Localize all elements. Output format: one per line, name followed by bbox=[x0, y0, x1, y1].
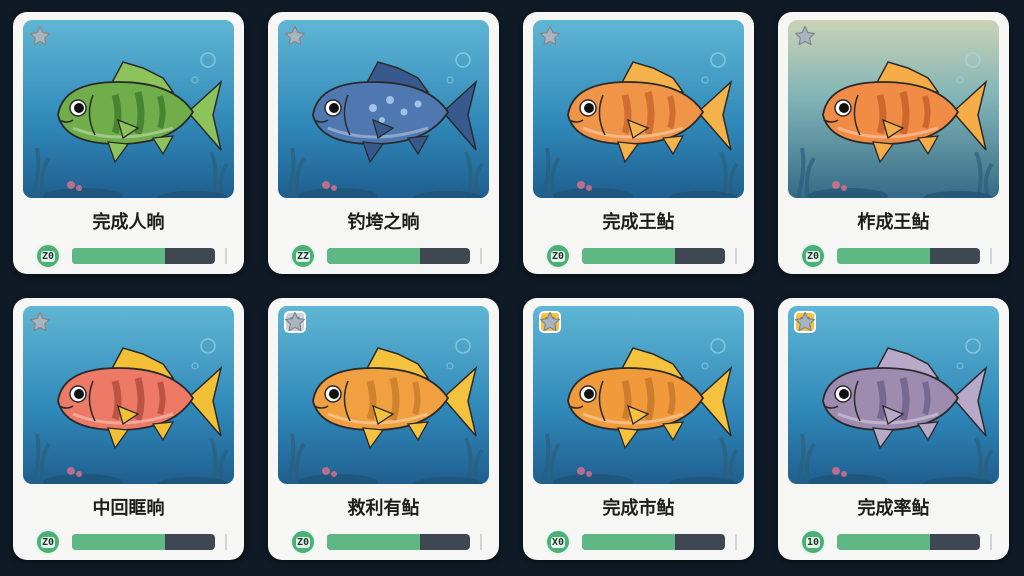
star-rating: 凮 bbox=[284, 311, 378, 333]
fish-card[interactable]: 柞成王鲇 Z0 bbox=[778, 12, 1009, 274]
star-empty-icon bbox=[540, 25, 607, 47]
fish-name: 完成率鲇 bbox=[857, 498, 930, 519]
progress-fill bbox=[837, 534, 930, 550]
star-rating bbox=[29, 25, 120, 47]
fish-illustration bbox=[788, 20, 999, 198]
level-value: Z0 bbox=[550, 250, 566, 262]
fish-name: 救利有鲇 bbox=[347, 498, 420, 519]
star-filled-icon bbox=[30, 25, 97, 47]
fish-illustration bbox=[23, 20, 234, 198]
progress-end-tick bbox=[480, 248, 482, 264]
progress-fill bbox=[327, 534, 420, 550]
progress-end-tick bbox=[480, 534, 482, 550]
progress-fill bbox=[327, 248, 420, 264]
fish-name: 中回眶晌 bbox=[92, 498, 165, 519]
star-filled-icon bbox=[30, 311, 97, 333]
progress-end-tick bbox=[735, 534, 737, 550]
progress-end-tick bbox=[990, 248, 992, 264]
level-value: Z0 bbox=[805, 250, 821, 262]
star-empty-icon bbox=[30, 25, 120, 47]
progress-bar bbox=[582, 534, 725, 550]
fish-card[interactable]: 凮完成市鲇 X0 bbox=[523, 298, 754, 560]
progress-end-tick bbox=[225, 534, 227, 550]
fish-illustration: 凮 bbox=[788, 306, 999, 484]
star-empty-icon bbox=[795, 25, 862, 47]
fish-card[interactable]: 凮救利有鲇 Z0 bbox=[268, 298, 499, 560]
star-rating bbox=[539, 25, 630, 47]
progress-fill bbox=[837, 248, 930, 264]
star-rating: 凮 bbox=[539, 311, 633, 333]
star-empty-icon bbox=[540, 311, 610, 333]
progress-end-tick bbox=[225, 248, 227, 264]
star-filled-icon bbox=[795, 25, 839, 47]
progress-bar bbox=[837, 248, 980, 264]
progress-fill bbox=[582, 248, 675, 264]
level-badge: X0 bbox=[545, 529, 571, 555]
progress-fill bbox=[72, 248, 165, 264]
star-filled-icon bbox=[285, 311, 332, 333]
progress-bar bbox=[72, 534, 215, 550]
star-rating bbox=[29, 311, 120, 333]
fish-card[interactable]: 钓垮之晌 ZZ bbox=[268, 12, 499, 274]
progress-fill bbox=[72, 534, 165, 550]
level-value: Z0 bbox=[40, 536, 56, 548]
star-filled-icon bbox=[540, 25, 584, 47]
star-rating: 凮 bbox=[794, 311, 888, 333]
progress-bar bbox=[582, 248, 725, 264]
star-empty-icon bbox=[285, 25, 375, 47]
level-value: ZZ bbox=[295, 250, 311, 262]
fish-card[interactable]: 中回眶晌 Z0 bbox=[13, 298, 244, 560]
fish-illustration bbox=[278, 20, 489, 198]
fish-collection-grid: 完成人晌Z0钓垮之晌ZZ完成王鲇Z0柞成王鲇Z0中回眶晌Z0凮救利有鲇Z0凮完成… bbox=[0, 0, 1024, 576]
star-empty-icon bbox=[30, 311, 120, 333]
fish-name: 完成人晌 bbox=[92, 212, 165, 233]
progress-bar bbox=[327, 534, 470, 550]
fish-name: 钓垮之晌 bbox=[347, 212, 420, 233]
star-rating bbox=[284, 25, 375, 47]
fish-card[interactable]: 凮完成率鲇 10 bbox=[778, 298, 1009, 560]
level-value: Z0 bbox=[40, 250, 56, 262]
star-empty-icon bbox=[285, 311, 355, 333]
progress-bar bbox=[327, 248, 470, 264]
star-empty-icon bbox=[795, 311, 865, 333]
fish-illustration bbox=[533, 20, 744, 198]
progress-end-tick bbox=[990, 534, 992, 550]
level-badge: Z0 bbox=[545, 243, 571, 269]
progress-bar bbox=[72, 248, 215, 264]
level-value: 10 bbox=[805, 536, 821, 548]
fish-illustration: 凮 bbox=[533, 306, 744, 484]
star-filled-icon bbox=[540, 311, 587, 333]
star-empty-icon bbox=[285, 311, 378, 333]
level-badge: 10 bbox=[800, 529, 826, 555]
level-value: Z0 bbox=[295, 536, 311, 548]
fish-name: 完成市鲇 bbox=[602, 498, 675, 519]
level-badge: ZZ bbox=[290, 243, 316, 269]
fish-card[interactable]: 完成人晌 Z0 bbox=[13, 12, 244, 274]
fish-name: 柞成王鲇 bbox=[857, 212, 930, 233]
progress-end-tick bbox=[735, 248, 737, 264]
fish-name: 完成王鲇 bbox=[602, 212, 675, 233]
level-badge: Z0 bbox=[800, 243, 826, 269]
star-filled-icon bbox=[30, 25, 74, 47]
level-badge: Z0 bbox=[35, 529, 61, 555]
fish-card[interactable]: 完成王鲇 Z0 bbox=[523, 12, 754, 274]
star-empty-icon bbox=[540, 311, 633, 333]
star-empty-icon bbox=[795, 25, 885, 47]
level-value: X0 bbox=[550, 536, 566, 548]
level-badge: Z0 bbox=[35, 243, 61, 269]
fish-illustration bbox=[23, 306, 234, 484]
star-rating bbox=[794, 25, 885, 47]
star-filled-icon bbox=[285, 25, 329, 47]
progress-fill bbox=[582, 534, 675, 550]
star-empty-icon bbox=[540, 25, 630, 47]
level-badge: Z0 bbox=[290, 529, 316, 555]
progress-bar bbox=[837, 534, 980, 550]
fish-illustration: 凮 bbox=[278, 306, 489, 484]
star-filled-icon bbox=[795, 311, 842, 333]
star-filled-icon bbox=[30, 311, 74, 333]
star-empty-icon bbox=[795, 311, 888, 333]
star-empty-icon bbox=[285, 25, 352, 47]
